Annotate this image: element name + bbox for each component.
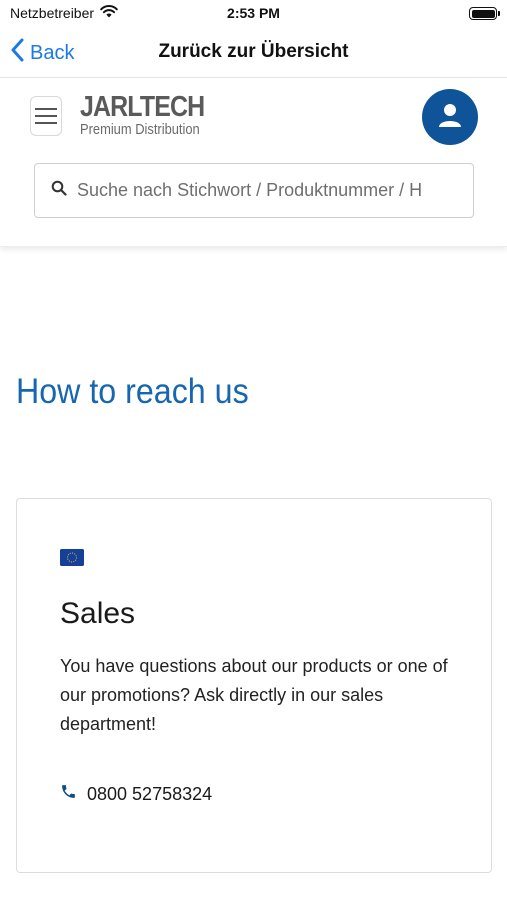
navigation-bar: Back Zurück zur Übersicht [0, 28, 507, 78]
sales-contact-card: Sales You have questions about our produ… [16, 498, 492, 873]
phone-number: 0800 52758324 [87, 783, 213, 804]
logo-tagline: Premium Distribution [80, 121, 200, 138]
jarltech-logo[interactable]: JARLTECH Premium Distribution [80, 92, 225, 138]
status-time: 2:53 PM [227, 5, 280, 21]
phone-icon [60, 783, 77, 805]
account-button[interactable] [422, 89, 478, 145]
card-title: Sales [60, 597, 136, 630]
eu-flag-icon [60, 549, 84, 566]
logo-wordmark: JARLTECH [80, 91, 205, 123]
search-input[interactable] [77, 180, 457, 201]
phone-link[interactable]: 0800 52758324 [60, 783, 212, 805]
search-icon [51, 180, 67, 201]
battery-icon [469, 7, 500, 20]
user-icon [436, 101, 464, 134]
status-bar: Netzbetreiber 2:53 PM [0, 0, 507, 28]
card-description: You have questions about our products or… [60, 656, 448, 734]
hamburger-menu-button[interactable] [30, 96, 62, 136]
nav-title: Zurück zur Übersicht [158, 41, 349, 62]
search-field[interactable] [34, 163, 474, 218]
page-title: How to reach us [16, 372, 249, 411]
hamburger-icon [35, 108, 57, 110]
